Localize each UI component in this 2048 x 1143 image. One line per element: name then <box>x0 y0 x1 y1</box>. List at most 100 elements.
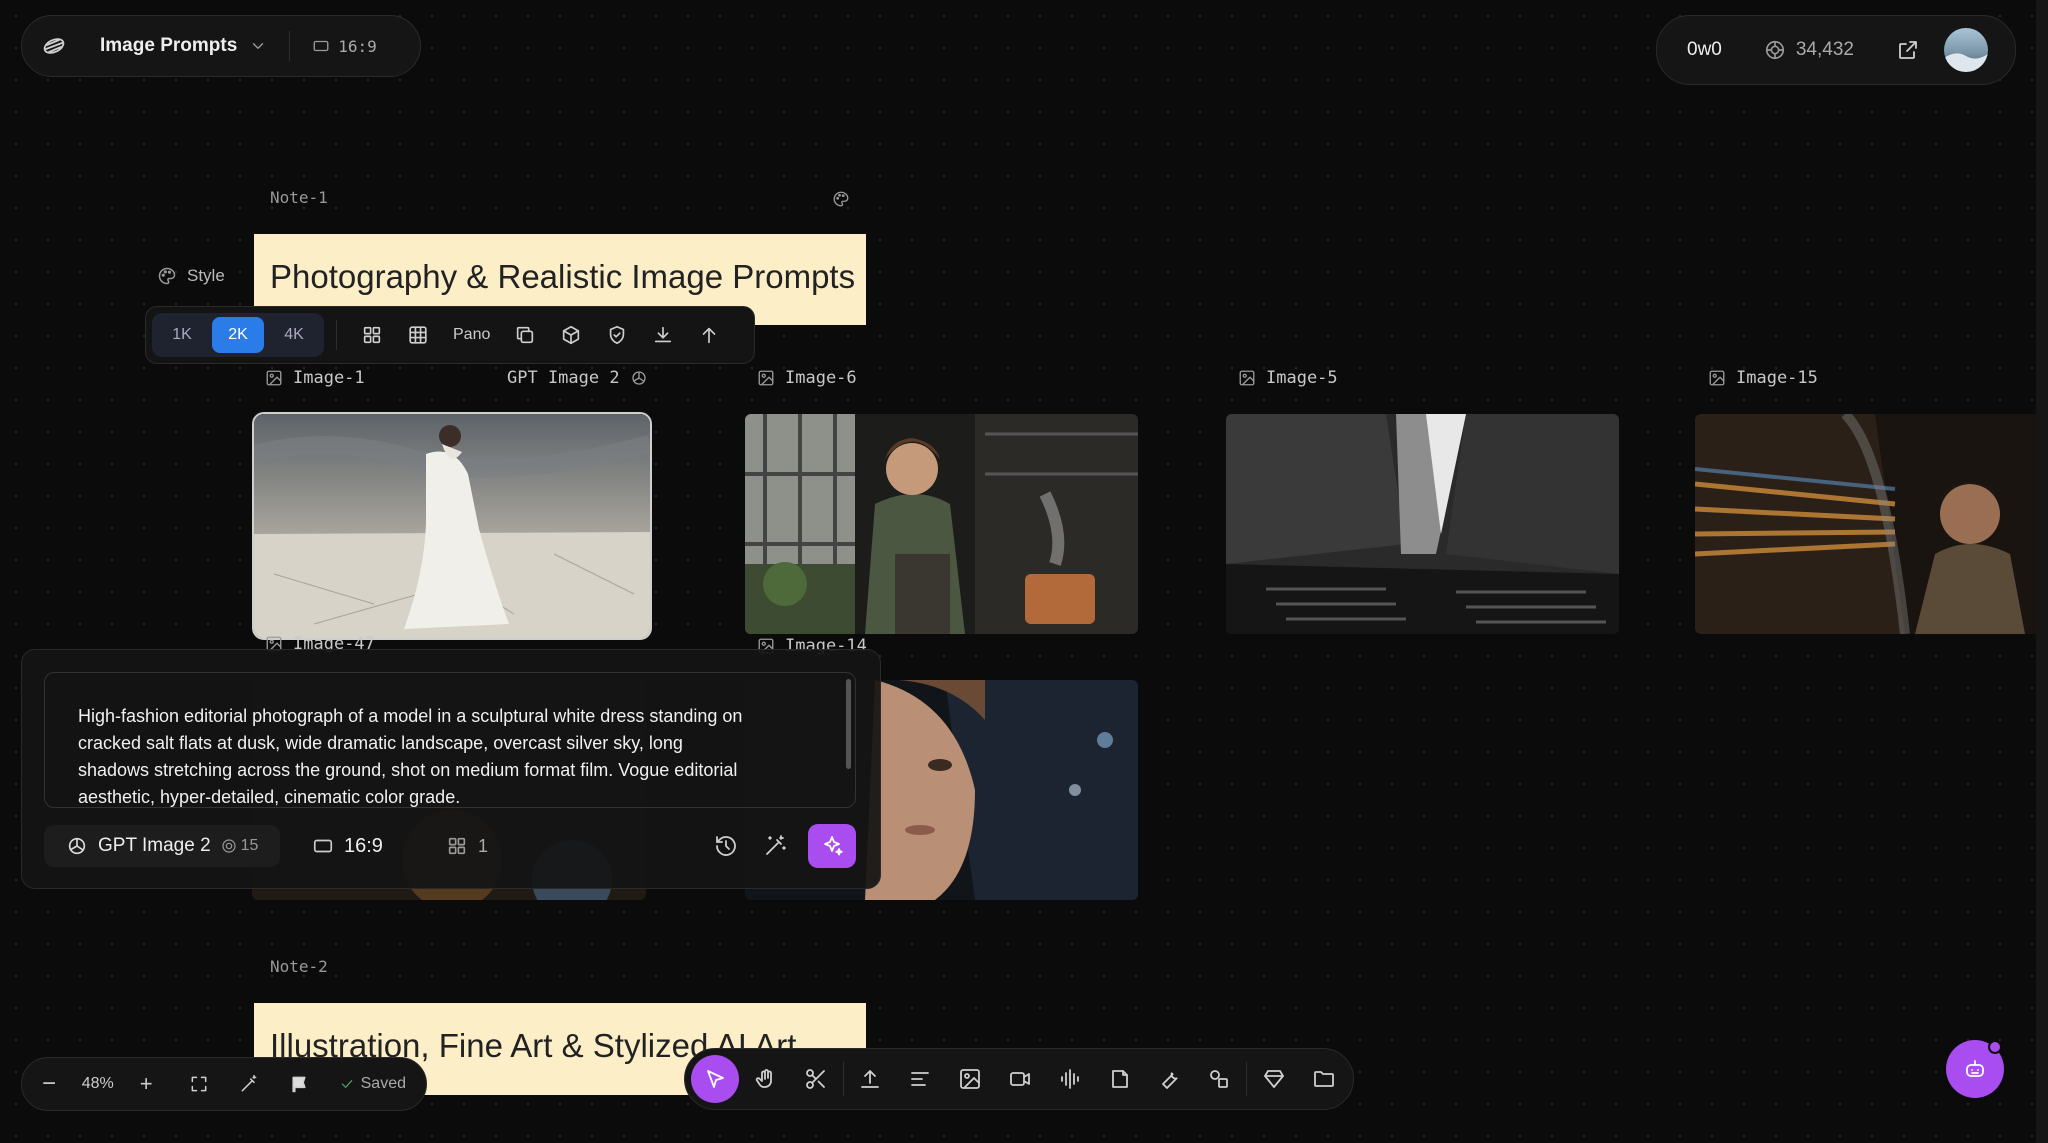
model-name: GPT Image 2 <box>98 835 211 856</box>
arrow-up-icon[interactable] <box>686 312 732 358</box>
image-card[interactable] <box>1695 414 2048 634</box>
image-label-text: Image-5 <box>1266 368 1338 388</box>
magic-wand-icon[interactable] <box>239 1074 259 1094</box>
grid-2x2-icon[interactable] <box>349 312 395 358</box>
divider <box>289 31 291 61</box>
pano-button[interactable]: Pano <box>453 326 490 344</box>
account-bar: 0w0 34,432 <box>1656 15 2016 85</box>
image-icon <box>1238 369 1256 387</box>
download-icon[interactable] <box>640 312 686 358</box>
credits-count: 34,432 <box>1795 39 1854 60</box>
assistant-button[interactable] <box>1946 1040 2004 1098</box>
pointer-icon <box>703 1067 727 1091</box>
canvas-controls: − 48% + Saved <box>21 1057 427 1111</box>
image-label: Image-5 <box>1238 368 1338 388</box>
generate-button[interactable] <box>808 824 856 868</box>
shield-icon[interactable] <box>594 312 640 358</box>
image-label: Image-1 <box>265 368 365 388</box>
image-card-selected[interactable] <box>252 412 652 640</box>
username[interactable]: 0w0 <box>1687 39 1722 61</box>
aspect-selector[interactable]: 16:9 <box>312 825 383 867</box>
note-header: Note-2 <box>270 957 328 976</box>
note-header: Note-1 <box>270 188 328 207</box>
aspect-value: 16:9 <box>344 834 383 857</box>
divider <box>842 1062 844 1096</box>
credits-icon <box>221 838 237 854</box>
image-icon <box>1708 369 1726 387</box>
image-label: Image-6 <box>757 368 857 388</box>
image-label-text: Image-6 <box>785 368 857 388</box>
folder-icon[interactable] <box>1301 1056 1347 1102</box>
shapes-icon[interactable] <box>1196 1056 1242 1102</box>
aspect-ratio-icon <box>312 835 334 857</box>
video-icon[interactable] <box>997 1056 1043 1102</box>
image-toolbar: 1K 2K 4K Pano <box>145 306 755 364</box>
image-icon <box>757 369 775 387</box>
external-link-icon[interactable] <box>1896 38 1920 62</box>
divider <box>1246 1062 1248 1096</box>
history-icon[interactable] <box>714 834 738 858</box>
chevron-down-icon[interactable] <box>249 37 267 55</box>
res-4k-button[interactable]: 4K <box>268 317 320 353</box>
prompt-panel: High-fashion editorial photograph of a m… <box>21 649 881 889</box>
notification-dot <box>1988 1040 2002 1054</box>
scrollbar[interactable] <box>846 679 851 769</box>
divider <box>336 320 337 350</box>
avatar[interactable] <box>1943 28 1988 72</box>
project-title[interactable]: Image Prompts <box>100 35 237 57</box>
style-button[interactable]: Style <box>157 266 225 286</box>
prompt-textbox[interactable]: High-fashion editorial photograph of a m… <box>44 672 856 808</box>
sticky-note-icon[interactable] <box>1097 1056 1143 1102</box>
resolution-group: 1K 2K 4K <box>152 313 324 357</box>
zoom-in-button[interactable]: + <box>140 1071 153 1097</box>
image-label-text: Image-15 <box>1736 368 1818 388</box>
grid-2x2-icon <box>446 835 468 857</box>
wrench-icon[interactable] <box>1146 1056 1192 1102</box>
image-card[interactable] <box>1226 414 1619 634</box>
palette-icon <box>157 266 177 286</box>
saved-status: Saved <box>360 1075 406 1092</box>
copy-icon[interactable] <box>502 312 548 358</box>
count-selector[interactable]: 1 <box>446 825 488 867</box>
scissors-icon[interactable] <box>793 1056 839 1102</box>
res-2k-button[interactable]: 2K <box>212 317 264 353</box>
prompt-text: High-fashion editorial photograph of a m… <box>78 706 743 807</box>
hand-icon[interactable] <box>743 1056 789 1102</box>
image-icon[interactable] <box>947 1056 993 1102</box>
project-bar: Image Prompts 16:9 <box>21 15 421 77</box>
vertical-scrollbar[interactable] <box>2036 0 2048 1143</box>
count-value: 1 <box>478 835 489 856</box>
aspect-ratio-label[interactable]: 16:9 <box>338 37 377 56</box>
magic-wand-icon[interactable] <box>763 834 787 858</box>
model-label-text: GPT Image 2 <box>507 368 620 388</box>
sparkle-icon <box>820 834 844 858</box>
model-cost: 15 <box>240 837 259 854</box>
image-label: Image-15 <box>1708 368 1818 388</box>
grid-3x3-icon[interactable] <box>395 312 441 358</box>
style-label: Style <box>187 266 225 285</box>
palette-icon[interactable] <box>832 190 850 208</box>
zoom-level[interactable]: 48% <box>82 1075 114 1093</box>
image-icon <box>265 369 283 387</box>
cube-sparkle-icon[interactable] <box>548 312 594 358</box>
diamond-icon[interactable] <box>1251 1056 1297 1102</box>
check-icon <box>339 1076 355 1092</box>
audio-wave-icon[interactable] <box>1047 1056 1093 1102</box>
note-title: Photography & Realistic Image Prompts <box>270 258 856 295</box>
logo-icon[interactable] <box>42 34 66 58</box>
flag-icon[interactable] <box>289 1074 309 1094</box>
text-align-icon[interactable] <box>897 1056 943 1102</box>
credits-icon <box>1764 39 1786 61</box>
select-tool-button[interactable] <box>691 1055 739 1103</box>
aspect-ratio-icon <box>312 37 330 55</box>
openai-icon <box>630 369 648 387</box>
bottom-toolbar <box>684 1048 1354 1110</box>
zoom-out-button[interactable]: − <box>42 1070 60 1098</box>
openai-icon <box>66 835 88 857</box>
res-1k-button[interactable]: 1K <box>156 317 208 353</box>
model-selector[interactable]: GPT Image 2 15 <box>44 825 281 867</box>
image-card[interactable] <box>745 414 1138 634</box>
fit-screen-icon[interactable] <box>189 1074 209 1094</box>
upload-icon[interactable] <box>847 1056 893 1102</box>
image-label-text: Image-1 <box>293 368 365 388</box>
